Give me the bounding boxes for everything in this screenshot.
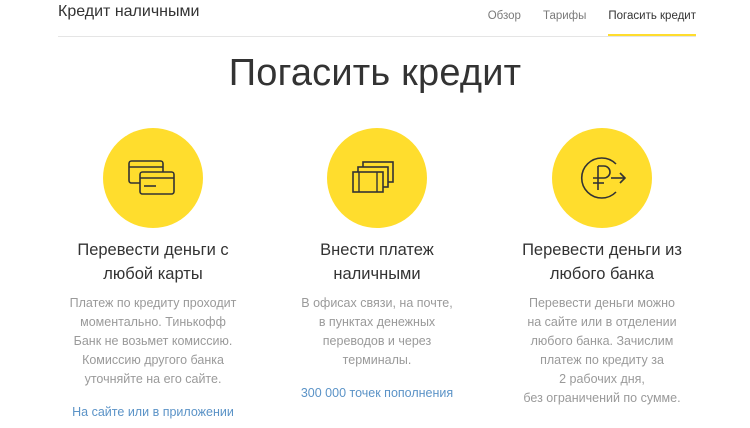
nav-repay-credit[interactable]: Погасить кредит (608, 0, 696, 36)
option-heading: Перевести деньги из любого банка (522, 241, 682, 283)
link-on-site[interactable]: На сайте (72, 405, 124, 419)
ruble-transfer-icon (552, 128, 652, 228)
option-cash-payment: Внести платеж наличными В офисах связи, … (257, 128, 497, 400)
link-separator: или (127, 405, 150, 419)
brand-title[interactable]: Кредит наличными (58, 3, 199, 21)
option-description: Платеж по кредиту проходит моментально. … (69, 296, 237, 386)
option-heading: Внести платеж наличными (320, 241, 434, 283)
option-card-transfer: Перевести деньги с любой карты Платеж по… (33, 128, 273, 419)
option-heading: Перевести деньги с любой карты (77, 241, 229, 283)
top-nav: Обзор Тарифы Погасить кредит (466, 0, 696, 36)
cards-icon (103, 128, 203, 228)
option-description: В офисах связи, на почте, в пунктах дене… (301, 296, 453, 367)
option-bank-transfer: Перевести деньги из любого банка Перевес… (482, 128, 722, 408)
link-payment-points[interactable]: 300 000 точек пополнения (301, 386, 453, 400)
page-title: Погасить кредит (228, 52, 522, 94)
option-links: 300 000 точек пополнения (257, 386, 497, 400)
nav-tariffs[interactable]: Тарифы (543, 0, 586, 34)
cash-bills-icon (327, 128, 427, 228)
option-description: Перевести деньги можно на сайте или в от… (523, 296, 681, 405)
link-in-app[interactable]: в приложении (153, 405, 234, 419)
nav-overview[interactable]: Обзор (488, 0, 521, 34)
option-links: На сайте или в приложении (33, 405, 273, 419)
header: Кредит наличными Обзор Тарифы Погасить к… (58, 0, 696, 37)
